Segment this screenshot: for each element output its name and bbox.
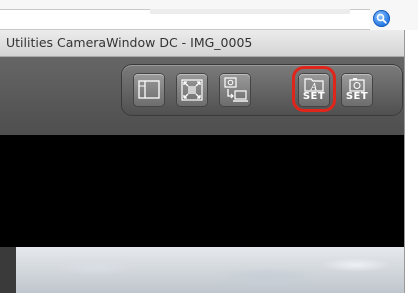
camera-to-computer-icon [224,77,248,102]
import-from-camera-button[interactable] [220,74,250,106]
camera-set-button[interactable]: SET [342,74,372,106]
photo-preview [16,247,404,293]
toolbar: A SET SET [0,57,404,135]
toolbar-button-group: A SET SET [122,65,402,115]
viewer-black-band [0,135,404,247]
magnifier-icon [376,13,387,24]
layout-icon [138,80,160,99]
window-title: Utilities CameraWindow DC - IMG_0005 [6,35,253,50]
camera-set-label: SET [345,91,369,102]
search-button[interactable] [373,10,390,27]
camerawindow-window: Utilities CameraWindow DC - IMG_0005 A S… [0,30,405,293]
viewer-left-edge [0,247,16,293]
layout-view-button[interactable] [134,74,164,106]
window-titlebar: Utilities CameraWindow DC - IMG_0005 [0,30,404,57]
selection-highlight [292,66,336,112]
fullscreen-button[interactable] [177,74,207,106]
search-field-hint [150,9,350,14]
fullscreen-arrows-icon [181,79,203,101]
